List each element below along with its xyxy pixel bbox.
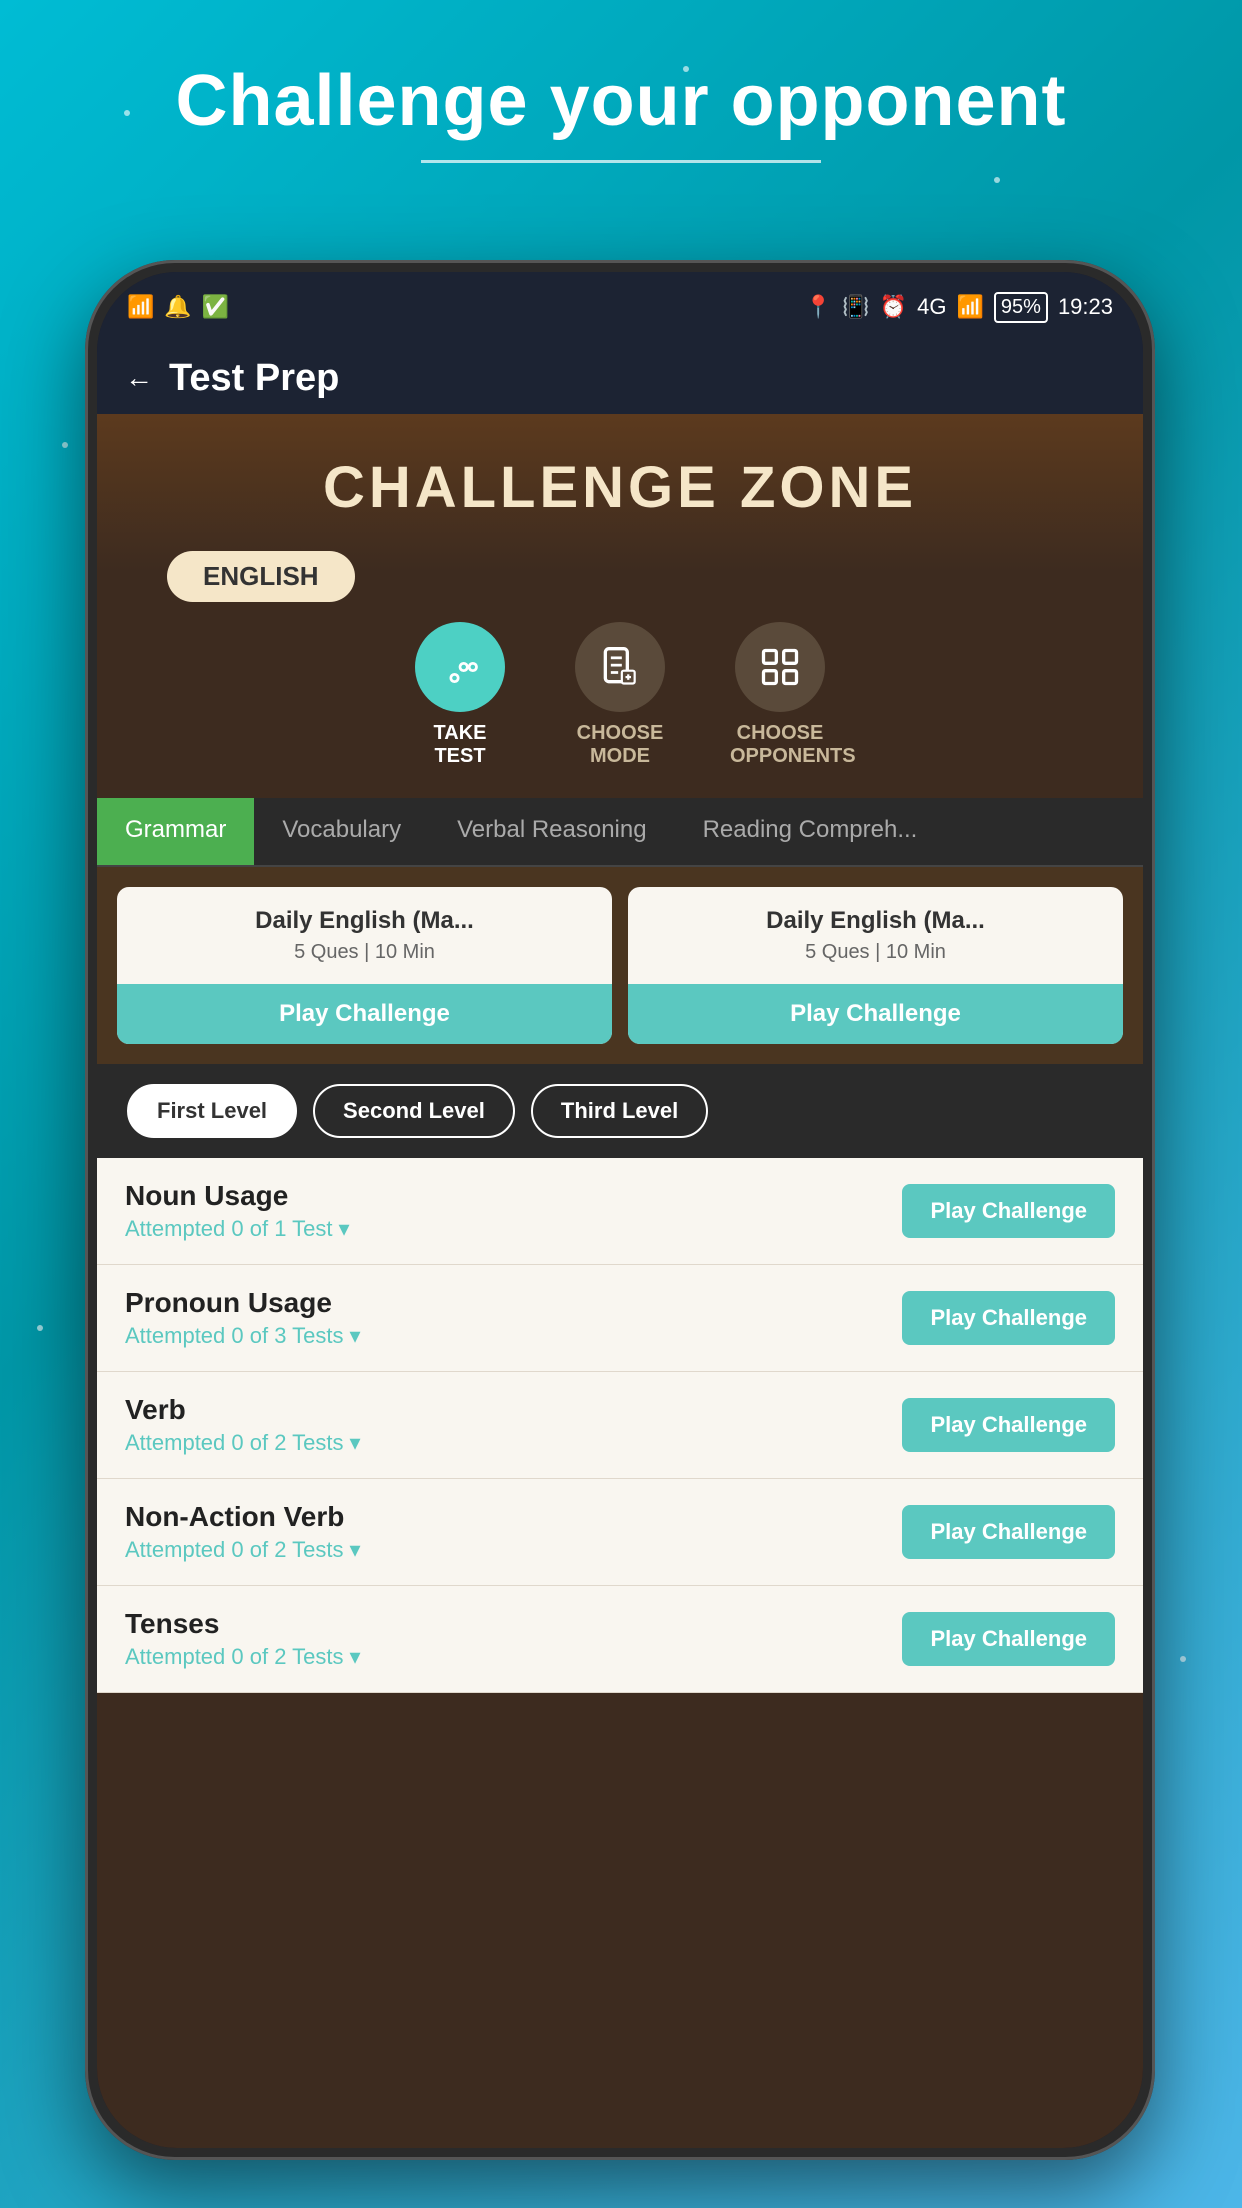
card-body-1: Daily English (Ma... 5 Ques | 10 Min xyxy=(117,887,612,984)
action-icon-choose-opponents[interactable]: CHOOSE OPPONENTS xyxy=(730,622,830,768)
phone-frame: 📶 🔔 ✅ 📍 📳 ⏰ 4G 📶 95% 19:23 ← Test Prep xyxy=(85,260,1155,2160)
topic-attempt-tenses: Attempted 0 of 2 Tests ▾ xyxy=(125,1644,902,1670)
chevron-down-icon-5: ▾ xyxy=(350,1644,361,1670)
subject-badge[interactable]: ENGLISH xyxy=(167,551,355,602)
card-title-2: Daily English (Ma... xyxy=(648,907,1103,935)
challenge-card-1: Daily English (Ma... 5 Ques | 10 Min Pla… xyxy=(117,887,612,1044)
phone-inner: 📶 🔔 ✅ 📍 📳 ⏰ 4G 📶 95% 19:23 ← Test Prep xyxy=(97,272,1143,2148)
status-left: 📶 🔔 ✅ xyxy=(127,294,229,320)
topic-name-non-action-verb: Non-Action Verb xyxy=(125,1501,902,1533)
content-area: CHALLENGE ZONE ENGLISH xyxy=(97,414,1143,2148)
play-challenge-btn-2[interactable]: Play Challenge xyxy=(628,984,1123,1044)
action-icons-row: TAKE TEST xyxy=(97,602,1143,798)
choose-opponents-circle xyxy=(735,622,825,712)
topic-row-non-action-verb: Non-Action Verb Attempted 0 of 2 Tests ▾… xyxy=(97,1479,1143,1586)
tab-grammar[interactable]: Grammar xyxy=(97,798,254,865)
choose-opponents-label: CHOOSE OPPONENTS xyxy=(730,722,830,768)
header-underline xyxy=(421,160,821,163)
take-test-label: TAKE TEST xyxy=(410,722,510,768)
topic-row-noun-usage: Noun Usage Attempted 0 of 1 Test ▾ Play … xyxy=(97,1158,1143,1265)
status-bar: 📶 🔔 ✅ 📍 📳 ⏰ 4G 📶 95% 19:23 xyxy=(97,272,1143,342)
play-challenge-noun[interactable]: Play Challenge xyxy=(902,1184,1115,1238)
check-icon: ✅ xyxy=(202,294,229,320)
choose-mode-label: CHOOSE MODE xyxy=(570,722,670,768)
topic-name-noun: Noun Usage xyxy=(125,1180,902,1212)
level-selector: First Level Second Level Third Level xyxy=(97,1064,1143,1158)
wifi-icon: 📶 xyxy=(127,294,154,320)
sliders-icon xyxy=(438,645,482,689)
challenge-card-2: Daily English (Ma... 5 Ques | 10 Min Pla… xyxy=(628,887,1123,1044)
chevron-down-icon: ▾ xyxy=(339,1216,350,1242)
topic-info-pronoun: Pronoun Usage Attempted 0 of 3 Tests ▾ xyxy=(125,1287,902,1349)
topic-info-non-action-verb: Non-Action Verb Attempted 0 of 2 Tests ▾ xyxy=(125,1501,902,1563)
header-title: Challenge your opponent xyxy=(0,60,1242,142)
play-challenge-verb[interactable]: Play Challenge xyxy=(902,1398,1115,1452)
status-right: 📍 📳 ⏰ 4G 📶 95% 19:23 xyxy=(805,292,1113,323)
battery-label: 95% xyxy=(994,292,1048,323)
card-title-1: Daily English (Ma... xyxy=(137,907,592,935)
chevron-down-icon-2: ▾ xyxy=(350,1323,361,1349)
chevron-down-icon-3: ▾ xyxy=(350,1430,361,1456)
take-test-circle xyxy=(415,622,505,712)
signal-bars: 📶 xyxy=(957,294,984,320)
tab-verbal-reasoning[interactable]: Verbal Reasoning xyxy=(429,798,674,865)
nav-bar: ← Test Prep xyxy=(97,342,1143,414)
card-body-2: Daily English (Ma... 5 Ques | 10 Min xyxy=(628,887,1123,984)
time-label: 19:23 xyxy=(1058,294,1113,320)
chevron-down-icon-4: ▾ xyxy=(350,1537,361,1563)
cards-section: Daily English (Ma... 5 Ques | 10 Min Pla… xyxy=(97,867,1143,1064)
topic-name-tenses: Tenses xyxy=(125,1608,902,1640)
back-button[interactable]: ← xyxy=(125,362,153,394)
play-challenge-btn-1[interactable]: Play Challenge xyxy=(117,984,612,1044)
level-btn-third[interactable]: Third Level xyxy=(531,1084,708,1138)
topic-list: Noun Usage Attempted 0 of 1 Test ▾ Play … xyxy=(97,1158,1143,1693)
topic-info-verb: Verb Attempted 0 of 2 Tests ▾ xyxy=(125,1394,902,1456)
topic-info-tenses: Tenses Attempted 0 of 2 Tests ▾ xyxy=(125,1608,902,1670)
card-subtitle-1: 5 Ques | 10 Min xyxy=(137,941,592,964)
topic-row-verb: Verb Attempted 0 of 2 Tests ▾ Play Chall… xyxy=(97,1372,1143,1479)
challenge-header: CHALLENGE ZONE ENGLISH xyxy=(97,414,1143,571)
location-icon: 📍 xyxy=(805,294,832,320)
action-icon-take-test[interactable]: TAKE TEST xyxy=(410,622,510,768)
grid-icon xyxy=(758,645,802,689)
header-area: Challenge your opponent xyxy=(0,60,1242,163)
nav-title: Test Prep xyxy=(169,357,339,400)
card-subtitle-2: 5 Ques | 10 Min xyxy=(648,941,1103,964)
tab-vocabulary[interactable]: Vocabulary xyxy=(254,798,429,865)
topic-attempt-pronoun: Attempted 0 of 3 Tests ▾ xyxy=(125,1323,902,1349)
play-challenge-pronoun[interactable]: Play Challenge xyxy=(902,1291,1115,1345)
action-icon-choose-mode[interactable]: CHOOSE MODE xyxy=(570,622,670,768)
topic-row-tenses: Tenses Attempted 0 of 2 Tests ▾ Play Cha… xyxy=(97,1586,1143,1693)
play-challenge-non-action-verb[interactable]: Play Challenge xyxy=(902,1505,1115,1559)
tabs-row: Grammar Vocabulary Verbal Reasoning Read… xyxy=(97,798,1143,867)
tab-reading-comprehension[interactable]: Reading Compreh... xyxy=(675,798,946,865)
vibrate-icon: 📳 xyxy=(842,294,869,320)
topic-name-verb: Verb xyxy=(125,1394,902,1426)
topic-info-noun: Noun Usage Attempted 0 of 1 Test ▾ xyxy=(125,1180,902,1242)
topic-row-pronoun-usage: Pronoun Usage Attempted 0 of 3 Tests ▾ P… xyxy=(97,1265,1143,1372)
signal-label: 4G xyxy=(917,294,946,320)
choose-mode-circle xyxy=(575,622,665,712)
notification-icon: 🔔 xyxy=(164,294,191,320)
alarm-icon: ⏰ xyxy=(880,294,907,320)
topic-attempt-noun: Attempted 0 of 1 Test ▾ xyxy=(125,1216,902,1242)
play-challenge-tenses[interactable]: Play Challenge xyxy=(902,1612,1115,1666)
level-btn-second[interactable]: Second Level xyxy=(313,1084,515,1138)
challenge-zone-title: CHALLENGE ZONE xyxy=(127,454,1113,521)
topic-name-pronoun: Pronoun Usage xyxy=(125,1287,902,1319)
document-icon xyxy=(598,645,642,689)
topic-attempt-non-action-verb: Attempted 0 of 2 Tests ▾ xyxy=(125,1537,902,1563)
level-btn-first[interactable]: First Level xyxy=(127,1084,297,1138)
topic-attempt-verb: Attempted 0 of 2 Tests ▾ xyxy=(125,1430,902,1456)
